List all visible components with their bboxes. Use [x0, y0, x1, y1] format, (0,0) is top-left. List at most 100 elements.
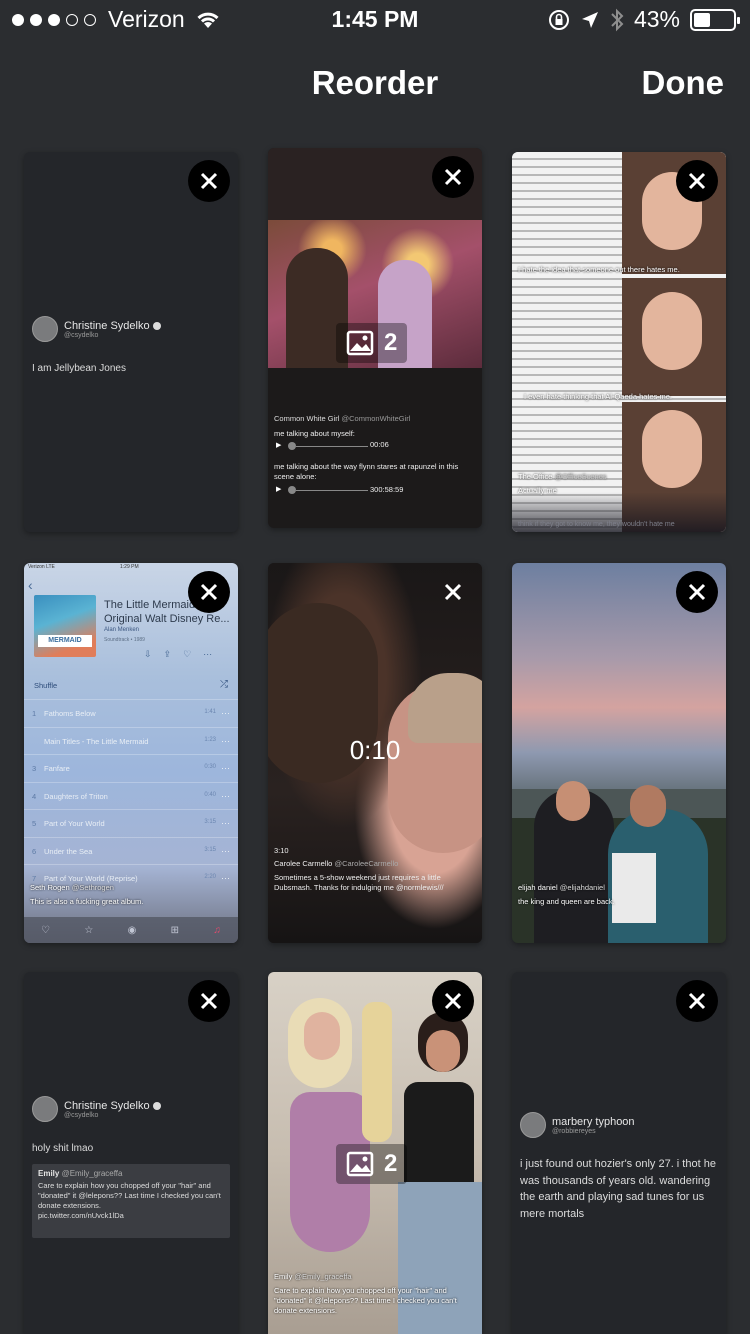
- track-row[interactable]: 5 Part of Your World 3:15 ⋯: [24, 809, 238, 836]
- heart-tab-icon[interactable]: ♡: [41, 925, 50, 936]
- status-bar: Verizon 1:45 PM 43%: [0, 0, 750, 40]
- album-art: MERMAID: [34, 595, 96, 657]
- track-row[interactable]: 3 Fanfare 0:30 ⋯: [24, 754, 238, 781]
- tweet-author: Christine Sydelko: [64, 1099, 150, 1112]
- tweet-handle: @csydelko: [64, 331, 99, 339]
- track-list: 1 Fathoms Below 1:41 ⋯ Main Titles - The Lit…: [24, 699, 238, 899]
- story-card[interactable]: 2 Common White Girl @CommonWhiteGirl me …: [268, 148, 482, 528]
- story-card[interactable]: Christine Sydelko @csydelko holy shit lm…: [24, 972, 238, 1334]
- shuffle-icon[interactable]: ⤮: [220, 679, 228, 690]
- close-icon: [688, 583, 706, 601]
- story-card[interactable]: I hate the idea that someone out there h…: [512, 152, 726, 532]
- story-card[interactable]: 0:10 3:10 Carolee Carmello @CaroleeCarme…: [268, 563, 482, 943]
- remove-card-button[interactable]: [676, 980, 718, 1022]
- gallery-count: 2: [384, 1150, 398, 1177]
- shuffle-label[interactable]: Shuffle: [34, 681, 57, 690]
- track-title: Part of Your World: [44, 819, 105, 828]
- track-number: 5: [32, 819, 37, 828]
- track-more-icon[interactable]: ⋯: [221, 763, 230, 774]
- tweet-handle: @Sethrogen: [71, 883, 114, 892]
- track-number: 3: [32, 764, 37, 773]
- track-number: 6: [32, 846, 37, 856]
- radio-tab-icon[interactable]: ◉: [128, 925, 137, 936]
- story-card[interactable]: marbery typhoon @robbiereyes i just foun…: [512, 972, 726, 1334]
- track-more-icon[interactable]: ⋯: [221, 791, 230, 802]
- quoted-tweet[interactable]: Emily @Emily_graceffa Care to explain ho…: [32, 1164, 230, 1238]
- remove-card-button[interactable]: [188, 160, 230, 202]
- bluetooth-icon: [611, 8, 624, 31]
- tweet-text: Sometimes a 5-show weekend just requires…: [274, 873, 444, 892]
- quoted-handle: @Emily_graceffa: [61, 1169, 123, 1178]
- album-art-text: MERMAID: [38, 635, 92, 647]
- gallery-count: 2: [384, 329, 398, 356]
- tweet-handle: @csydelko: [64, 1111, 99, 1119]
- avatar: [520, 1112, 546, 1138]
- image-icon: [346, 1151, 374, 1177]
- close-icon: [444, 583, 462, 601]
- track-number: 4: [32, 791, 37, 801]
- remove-card-button[interactable]: [432, 571, 474, 613]
- download-icon[interactable]: ⇩: [144, 649, 164, 659]
- heart-icon[interactable]: ♡: [183, 649, 203, 659]
- album-actions: ⇩⇪♡⋯: [144, 649, 224, 660]
- track-row[interactable]: 6 Under the Sea 3:15 ⋯: [24, 836, 238, 864]
- track-row[interactable]: Main Titles - The Little Mermaid 1:23 ⋯: [24, 726, 238, 754]
- remove-card-button[interactable]: [188, 980, 230, 1022]
- tweet-handle: @robbiereyes: [552, 1127, 596, 1135]
- play-icon: ▶: [276, 442, 282, 449]
- story-card[interactable]: Verizon LTE 1:29 PM ‹ MERMAID The Little…: [24, 563, 238, 943]
- track-more-icon[interactable]: ⋯: [221, 736, 230, 747]
- browse-tab-icon[interactable]: ⊞: [171, 925, 179, 936]
- track-duration: 3:15: [204, 819, 216, 825]
- video-duration: 0:10: [349, 735, 401, 765]
- mini-carrier: Verizon LTE: [28, 564, 55, 570]
- track-number: 7: [32, 874, 37, 883]
- story-card[interactable]: Christine Sydelko @csydelko I am Jellybe…: [24, 152, 238, 532]
- quoted-author-line: Emily @Emily_graceffa: [38, 1169, 224, 1178]
- more-icon[interactable]: ⋯: [203, 649, 224, 659]
- close-icon: [200, 583, 218, 601]
- track-row[interactable]: 1 Fathoms Below 1:41 ⋯: [24, 699, 238, 726]
- done-button[interactable]: Done: [642, 64, 725, 102]
- track-more-icon[interactable]: ⋯: [221, 846, 230, 857]
- tweet-author-line: Seth Rogen @Sethrogen: [30, 883, 232, 893]
- tweet-header: marbery typhoon @robbiereyes: [520, 1112, 635, 1138]
- close-icon: [688, 172, 706, 190]
- verified-icon: [152, 321, 161, 330]
- tweet-text: holy shit lmao: [32, 1143, 94, 1154]
- tweet-text: Actually me: [518, 486, 557, 495]
- quoted-text: Care to explain how you chopped off your…: [38, 1181, 221, 1211]
- tweet-author: marbery typhoon: [552, 1115, 635, 1128]
- back-chevron-icon[interactable]: ‹: [28, 577, 33, 593]
- tweet-text: me talking about myself:: [274, 429, 355, 438]
- close-icon: [200, 992, 218, 1010]
- album-genre: Soundtrack • 1989: [104, 637, 145, 643]
- track-duration: 0:30: [204, 764, 216, 770]
- star-tab-icon[interactable]: ☆: [84, 925, 93, 936]
- track-duration: 1:23: [204, 736, 216, 743]
- remove-card-button[interactable]: [676, 571, 718, 613]
- share-icon[interactable]: ⇪: [164, 649, 184, 659]
- story-card[interactable]: 2 Emily @Emily_graceffa Care to explain …: [268, 972, 482, 1334]
- tweet-text: Care to explain how you chopped off your…: [274, 1286, 457, 1315]
- track-number: 1: [32, 709, 37, 718]
- remove-card-button[interactable]: [188, 571, 230, 613]
- music-tab-bar: ♡ ☆ ◉ ⊞ ♫: [24, 917, 238, 943]
- story-card[interactable]: elijah daniel @elijahdaniel the king and…: [512, 563, 726, 943]
- tweet-author: The Office: [518, 472, 553, 481]
- tweet-handle: @elijahdaniel: [559, 883, 605, 892]
- tweet-author: Christine Sydelko: [64, 319, 150, 332]
- tweet-handle: @CommonWhiteGirl: [341, 414, 411, 423]
- audio-time: 00:06: [370, 440, 389, 449]
- tweet-text: the king and queen are back.: [518, 897, 615, 906]
- track-duration: 3:15: [204, 846, 216, 853]
- close-icon: [444, 168, 462, 186]
- track-more-icon[interactable]: ⋯: [221, 708, 230, 719]
- remove-card-button[interactable]: [432, 980, 474, 1022]
- music-tab-icon[interactable]: ♫: [213, 925, 221, 936]
- remove-card-button[interactable]: [676, 160, 718, 202]
- track-more-icon[interactable]: ⋯: [221, 818, 230, 829]
- video-elapsed: 3:10: [274, 846, 289, 855]
- remove-card-button[interactable]: [432, 156, 474, 198]
- track-row[interactable]: 4 Daughters of Triton 0:40 ⋯: [24, 781, 238, 809]
